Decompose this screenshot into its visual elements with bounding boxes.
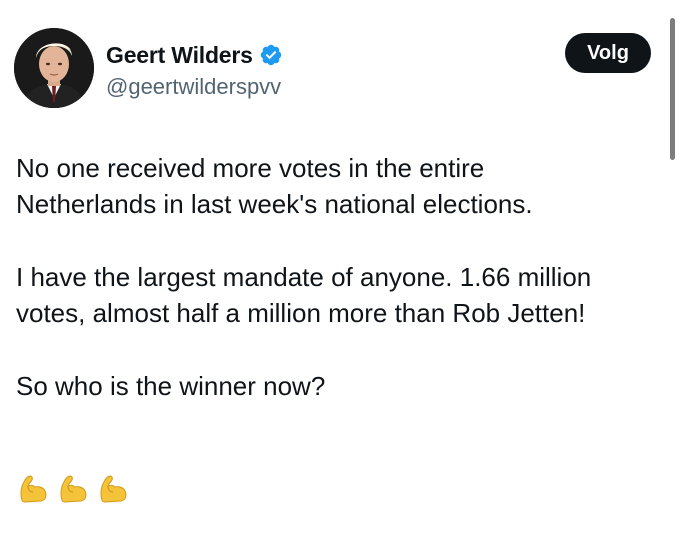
- display-name[interactable]: Geert Wilders: [106, 42, 253, 69]
- flexed-biceps-icon: [20, 475, 47, 503]
- author-handle[interactable]: @geertwilderspvv: [106, 74, 281, 100]
- author-name-row: Geert Wilders: [106, 40, 283, 70]
- tweet-paragraph: I have the largest mandate of anyone. 1.…: [16, 262, 592, 328]
- tweet-text: No one received more votes in the entire…: [16, 150, 666, 404]
- tweet-paragraph: No one received more votes in the entire…: [16, 153, 533, 219]
- flexed-biceps-icon: [60, 475, 87, 503]
- profile-photo-icon: [14, 28, 94, 108]
- avatar[interactable]: [14, 28, 94, 108]
- scrollbar[interactable]: [670, 18, 675, 160]
- flexed-biceps-icon: [100, 475, 127, 503]
- tweet-paragraph: So who is the winner now?: [16, 371, 326, 401]
- tweet-card: Geert Wilders @geertwilderspvv Volg No o…: [0, 0, 680, 542]
- emoji-row: [16, 470, 132, 506]
- follow-button[interactable]: Volg: [565, 33, 651, 73]
- verified-badge-icon: [260, 44, 281, 66]
